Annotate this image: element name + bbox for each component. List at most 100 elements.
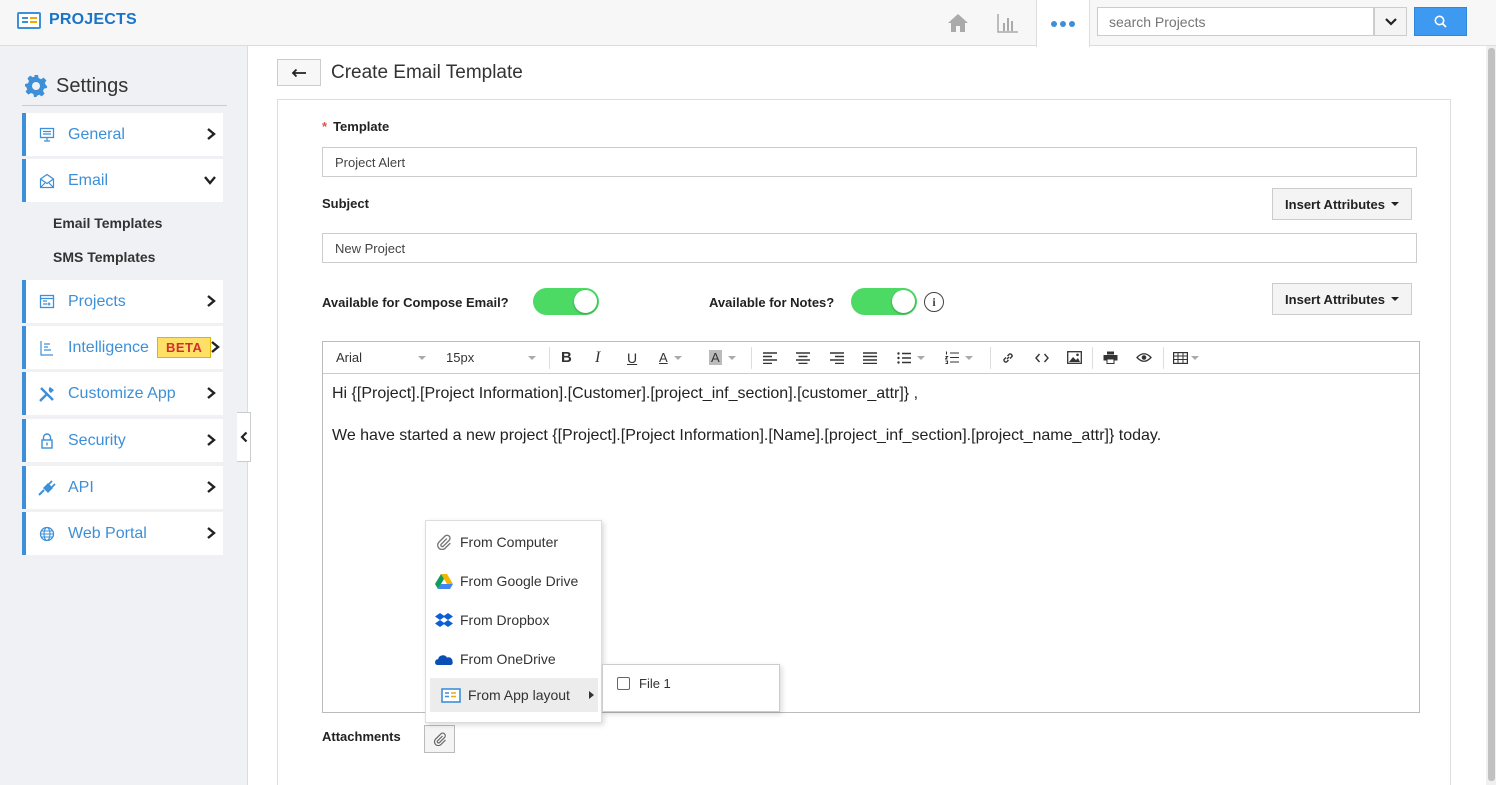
table-icon[interactable] [1173,342,1199,373]
editor-line: We have started a new project {[Project]… [332,427,1162,444]
more-icon[interactable] [1036,0,1090,47]
sidebar-item-web-portal[interactable]: Web Portal [22,512,223,555]
toolbar-divider [751,347,752,369]
required-marker: * [322,119,328,134]
font-family-select[interactable]: Arial [336,342,436,373]
divider [22,105,227,106]
menu-item-from-app-layout[interactable]: From App layout [430,678,598,712]
sidebar-item-label: Intelligence [68,338,149,356]
menu-item-from-google-drive[interactable]: From Google Drive [426,564,601,598]
page-title: Create Email Template [331,62,523,83]
editor-toolbar: Arial 15px B I U A A [323,342,1419,374]
underline-icon[interactable]: U [627,342,637,373]
insert-attributes-label: Insert Attributes [1285,196,1385,212]
menu-item-from-dropbox[interactable]: From Dropbox [426,603,601,637]
caret-down-icon [528,355,537,360]
chevron-left-icon [239,431,247,443]
app-layout-icon [440,686,462,704]
toolbar-divider [549,347,550,369]
sidebar-item-label: Customize App [68,384,176,402]
lock-icon [38,432,56,450]
chevron-down-icon [204,176,216,185]
sidebar-subitem-sms-templates[interactable]: SMS Templates [53,249,155,265]
insert-attributes-body-button[interactable]: Insert Attributes [1272,283,1412,315]
submenu-item-file-1[interactable]: File 1 [617,676,671,691]
onedrive-icon [434,650,454,668]
sidebar-item-security[interactable]: Security [22,419,223,462]
toggle-knob [892,290,915,313]
home-icon[interactable] [940,0,976,46]
intelligence-icon [38,339,56,357]
highlight-color-icon[interactable]: A [709,342,736,373]
toggle-knob [574,290,597,313]
projects-logo-icon [17,11,41,29]
menu-item-from-computer[interactable]: From Computer [426,525,601,559]
sidebar-item-intelligence[interactable]: Intelligence BETA [22,326,223,369]
chevron-down-icon [1384,17,1397,26]
subject-input[interactable]: New Project [322,233,1417,263]
justify-icon[interactable] [863,342,877,373]
sidebar-collapse-toggle[interactable] [237,412,251,462]
app-layout-submenu: File 1 [602,664,780,712]
sidebar-item-customize-app[interactable]: Customize App [22,372,223,415]
app-title: PROJECTS [49,11,137,28]
sidebar-item-label: Projects [68,292,126,310]
back-button[interactable] [277,59,321,86]
sidebar-item-projects[interactable]: Projects [22,280,223,323]
numbered-list-icon[interactable] [945,342,973,373]
insert-attributes-label: Insert Attributes [1285,291,1385,307]
info-icon[interactable]: i [924,292,944,312]
compose-email-label: Available for Compose Email? [322,295,509,310]
envelope-icon [38,172,56,190]
sidebar-item-api[interactable]: API [22,466,223,509]
bold-icon[interactable]: B [561,342,572,373]
plug-icon [38,479,56,497]
back-arrow-icon [291,68,306,77]
google-drive-icon [434,572,454,590]
bullet-list-icon[interactable] [897,342,925,373]
search-scope-dropdown[interactable] [1374,7,1407,36]
file-checkbox[interactable] [617,677,630,690]
align-right-icon[interactable] [830,342,844,373]
insert-attributes-subject-button[interactable]: Insert Attributes [1272,188,1412,220]
align-left-icon[interactable] [763,342,777,373]
monitor-icon [38,126,56,144]
italic-icon[interactable]: I [595,342,600,373]
notes-toggle[interactable] [851,288,917,315]
settings-sidebar: Settings General Email Email Templates S… [0,46,248,785]
sidebar-subitem-email-templates[interactable]: Email Templates [53,215,162,231]
font-size-select[interactable]: 15px [446,342,546,373]
link-icon[interactable] [1001,342,1015,373]
menu-item-from-onedrive[interactable]: From OneDrive [426,642,601,676]
code-view-icon[interactable] [1035,342,1049,373]
page-scrollbar[interactable] [1486,46,1496,785]
caret-down-icon [1390,297,1399,301]
image-icon[interactable] [1067,342,1082,373]
sidebar-item-email[interactable]: Email [22,159,223,202]
attach-file-button[interactable] [424,725,455,753]
align-center-icon[interactable] [796,342,810,373]
paperclip-icon [434,533,454,551]
chevron-right-icon [207,128,216,140]
template-name-input[interactable]: Project Alert [322,147,1417,177]
sidebar-item-label: Security [68,431,126,449]
toolbar-divider [1092,347,1093,369]
compose-email-toggle[interactable] [533,288,599,315]
print-icon[interactable] [1103,342,1118,373]
chart-icon[interactable] [990,0,1026,46]
scrollbar-thumb[interactable] [1488,48,1495,781]
caret-down-icon [1390,202,1399,206]
caret-right-icon [589,691,594,699]
search-input[interactable] [1097,7,1374,36]
paperclip-icon [433,732,446,746]
font-color-icon[interactable]: A [659,342,682,373]
sidebar-item-general[interactable]: General [22,113,223,156]
menu-item-label: From Dropbox [460,612,550,628]
submenu-item-label: File 1 [639,676,671,691]
app-brand[interactable]: PROJECTS [17,11,137,29]
projects-icon [38,293,56,311]
preview-eye-icon[interactable] [1136,342,1152,373]
gear-icon [25,75,47,97]
search-button[interactable] [1414,7,1467,36]
subject-label: Subject [322,196,369,211]
